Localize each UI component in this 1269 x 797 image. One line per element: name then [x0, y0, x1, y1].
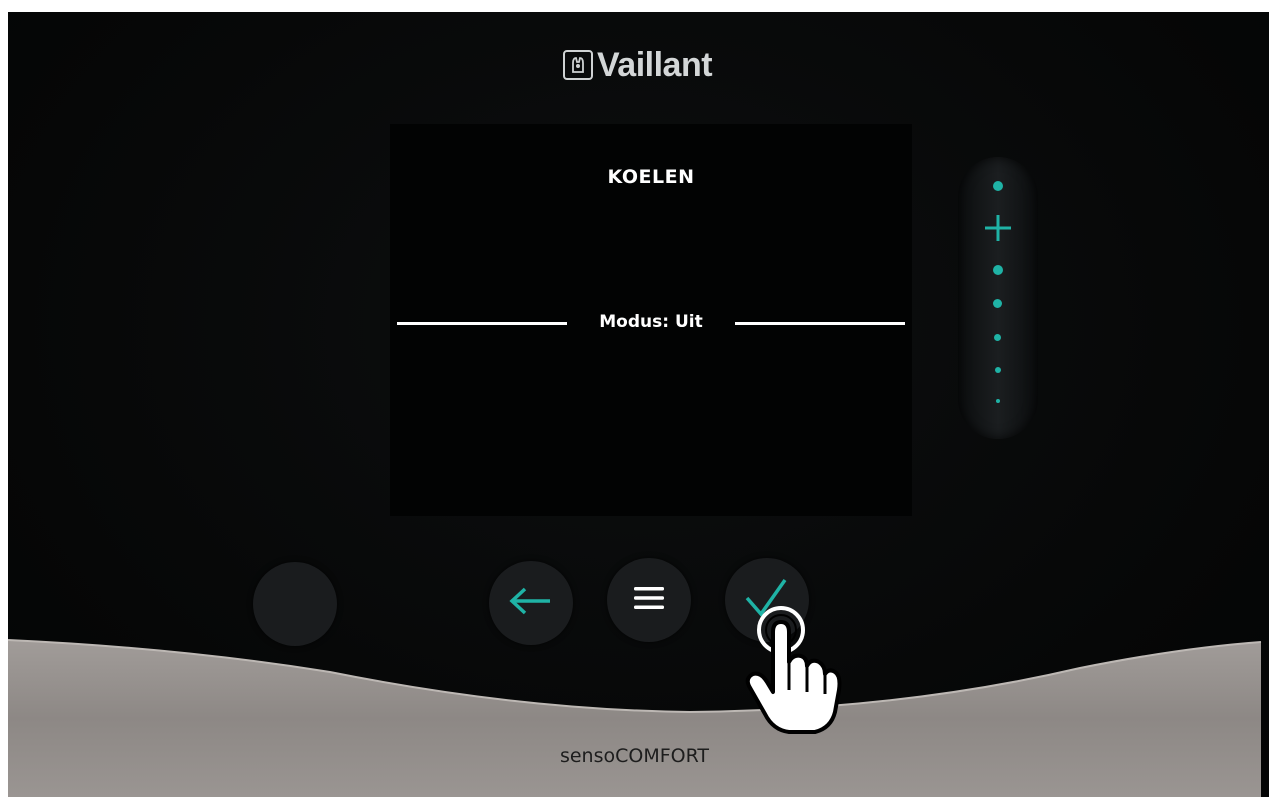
slider-dot[interactable] [993, 181, 1003, 191]
temperature-slider[interactable] [958, 157, 1038, 439]
slider-dot[interactable] [995, 367, 1001, 373]
brand-logo: Vaillant [563, 40, 713, 90]
plus-icon[interactable] [984, 214, 1012, 242]
brand-name: Vaillant [597, 45, 713, 84]
display-screen: KOELEN Modus: Uit [390, 124, 912, 516]
pointing-hand-cursor-icon [735, 600, 855, 740]
mode-divider-right [735, 322, 905, 325]
slider-dot[interactable] [993, 265, 1003, 275]
product-name: sensoCOMFORT [559, 745, 710, 767]
arrow-left-icon [508, 586, 554, 620]
device-bezel [7, 639, 1262, 797]
slider-dot[interactable] [993, 299, 1002, 308]
hamburger-menu-icon [634, 586, 664, 614]
slider-dot[interactable] [996, 399, 1000, 403]
slider-dot[interactable] [994, 334, 1001, 341]
screen-title: KOELEN [607, 166, 695, 188]
vaillant-hare-logo-icon [563, 50, 593, 80]
